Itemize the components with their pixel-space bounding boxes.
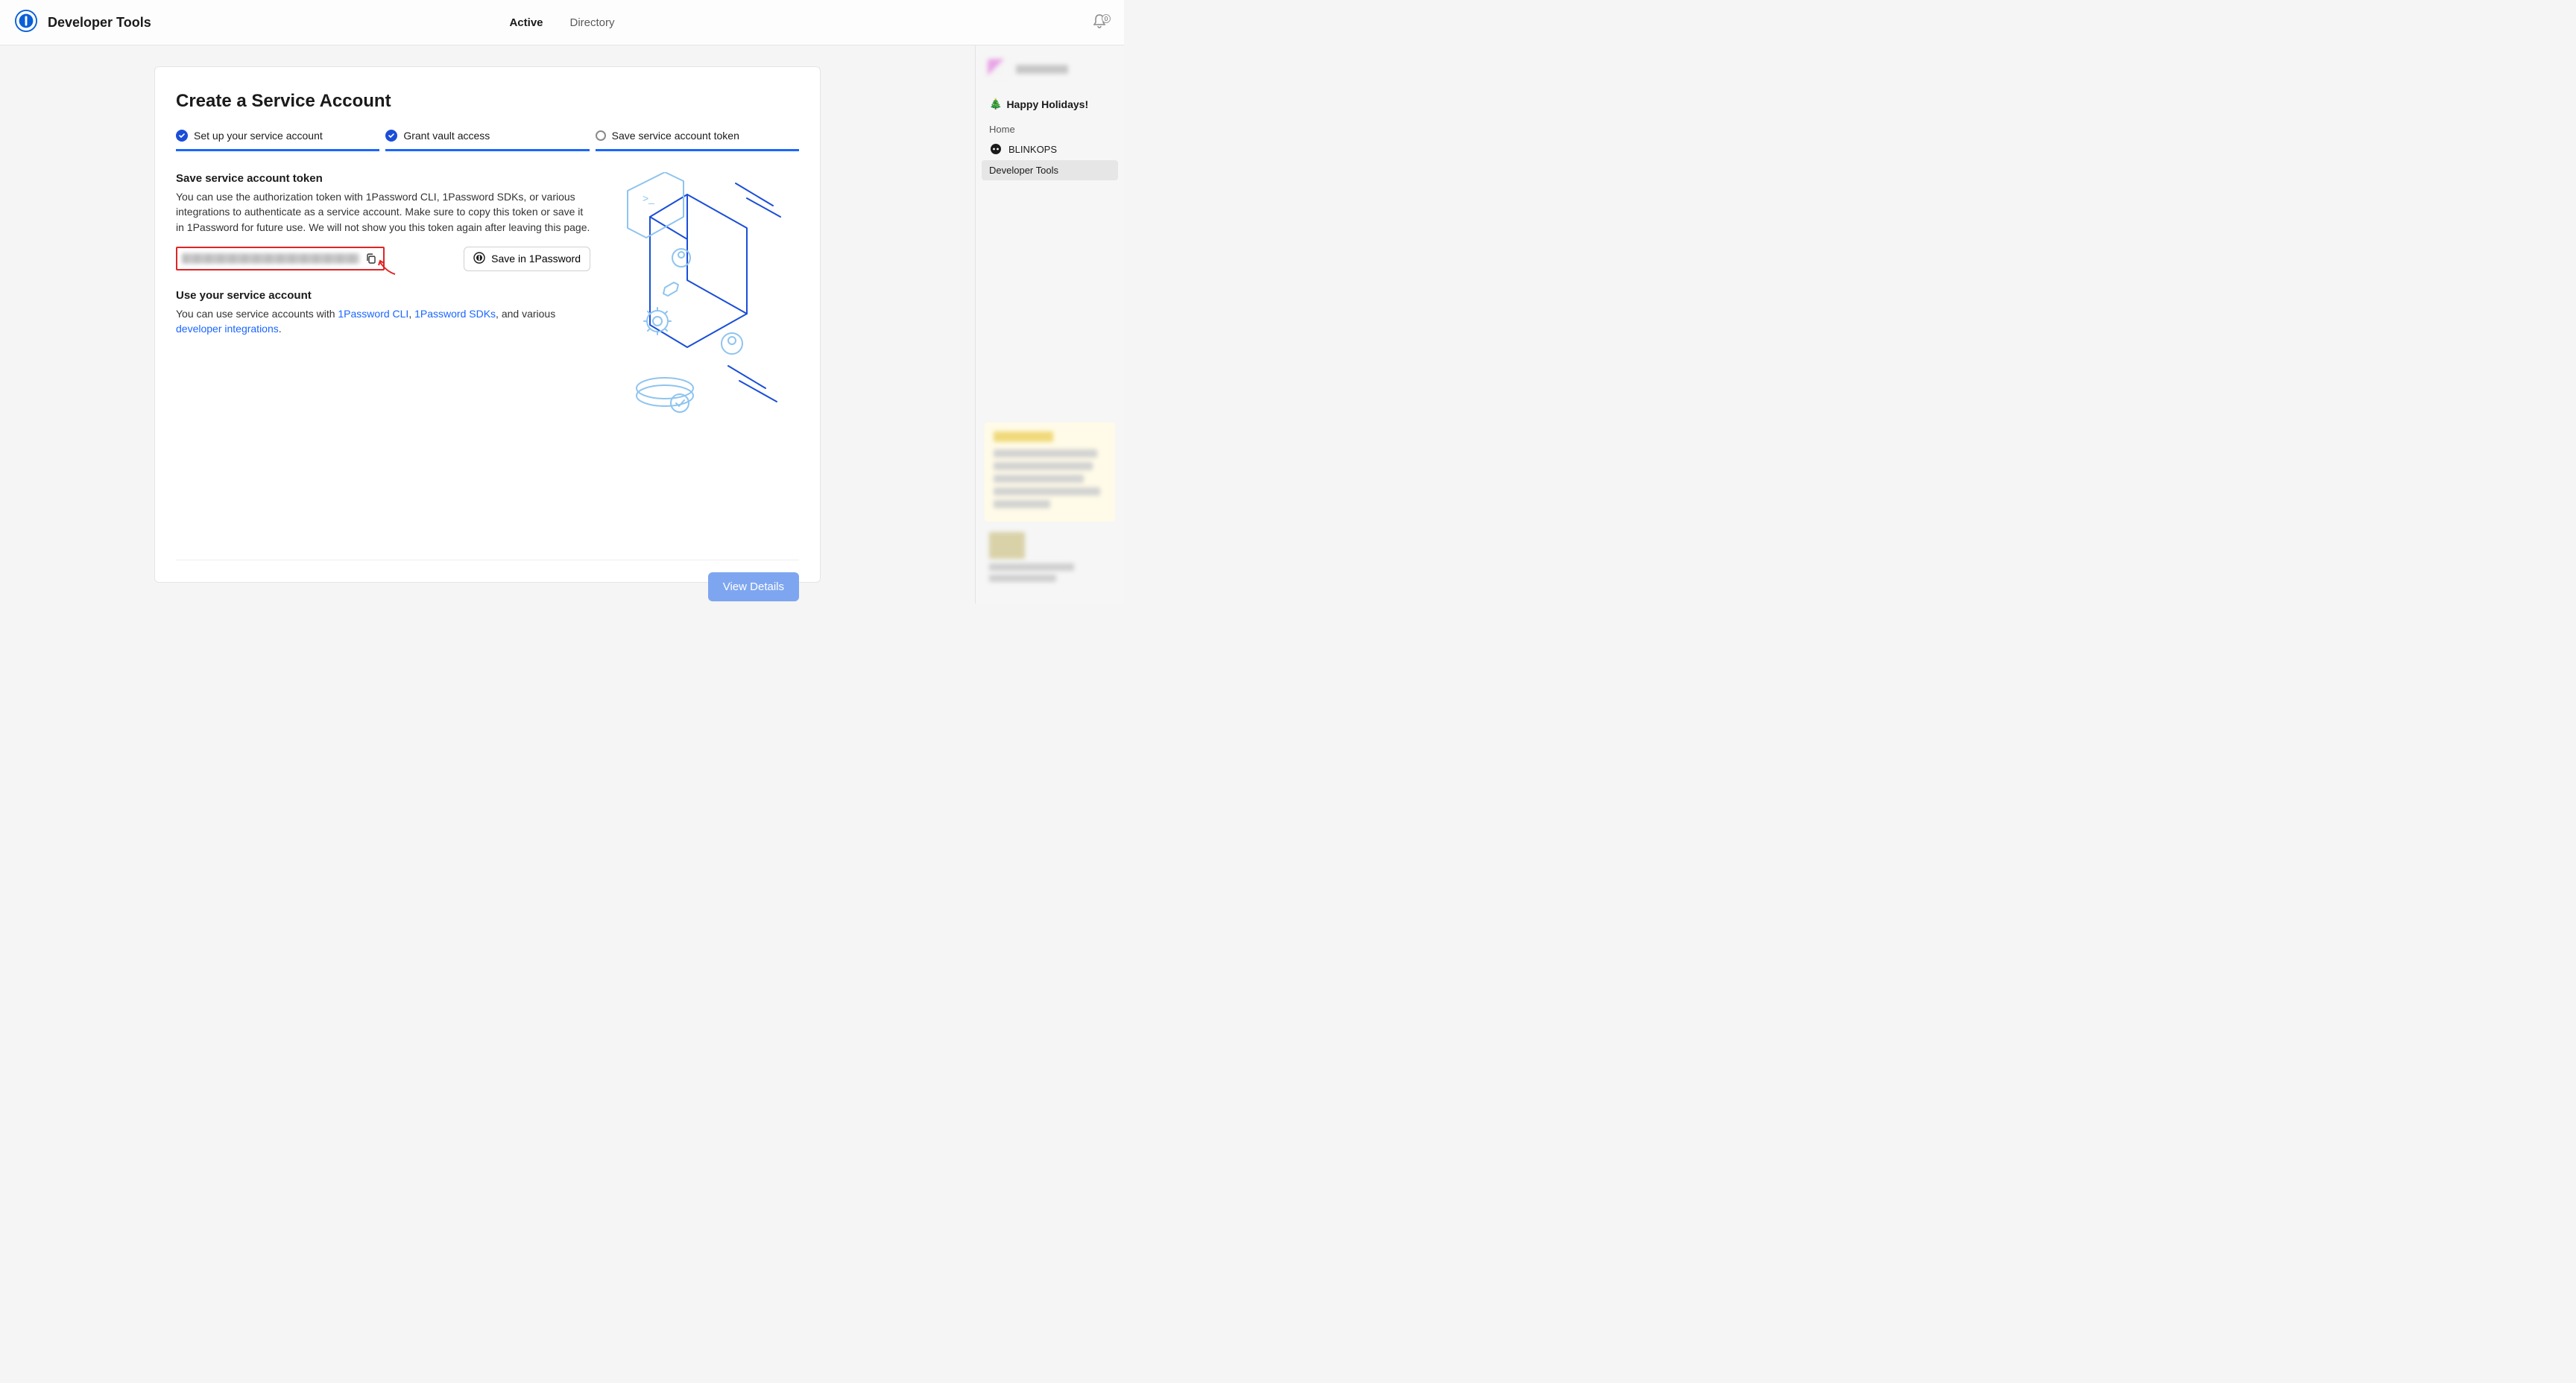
link-developer-integrations[interactable]: developer integrations xyxy=(176,323,279,335)
nav-directory[interactable]: Directory xyxy=(570,16,615,29)
greeting: 🎄 Happy Holidays! xyxy=(982,93,1118,121)
check-circle-icon xyxy=(176,130,188,142)
save-token-description: You can use the authorization token with… xyxy=(176,189,590,235)
top-nav: Active Directory xyxy=(509,16,614,29)
notification-count-badge: 0 xyxy=(1102,14,1111,23)
notice-line-redacted xyxy=(994,449,1097,458)
text-fragment: , xyxy=(408,308,414,320)
sidebar-item-blinkops[interactable]: BLINKOPS xyxy=(982,138,1118,160)
link-1password-cli[interactable]: 1Password CLI xyxy=(338,308,408,320)
app-icon xyxy=(989,142,1003,156)
annotation-arrow-icon xyxy=(377,259,397,279)
svg-text:>_: >_ xyxy=(643,192,654,204)
sidebar-item-label: BLINKOPS xyxy=(1008,144,1057,155)
sidebar-home-label[interactable]: Home xyxy=(982,121,1118,138)
right-sidebar: 🎄 Happy Holidays! Home BLINKOPS Develope… xyxy=(975,45,1124,604)
illustration: >_ xyxy=(613,172,799,425)
copy-token-button[interactable] xyxy=(364,251,379,266)
account-name-redacted xyxy=(1016,65,1068,74)
notice-line-redacted xyxy=(994,462,1093,470)
view-details-button[interactable]: View Details xyxy=(708,572,799,601)
notice-line-redacted xyxy=(994,475,1084,483)
thumb-redacted xyxy=(989,532,1025,559)
sidebar-notice-card[interactable] xyxy=(985,423,1115,522)
save-token-title: Save service account token xyxy=(176,172,590,185)
use-account-title: Use your service account xyxy=(176,289,590,302)
sidebar-item-label: Developer Tools xyxy=(989,165,1058,176)
check-circle-icon xyxy=(385,130,397,142)
card-heading: Create a Service Account xyxy=(176,91,799,112)
page-title: Developer Tools xyxy=(48,15,151,31)
text-fragment: You can use service accounts with xyxy=(176,308,338,320)
stepper: Set up your service account Grant vault … xyxy=(176,130,799,151)
step-save-token[interactable]: Save service account token xyxy=(596,130,799,151)
text-fragment: , and various xyxy=(496,308,555,320)
circle-empty-icon xyxy=(596,130,606,141)
onepassword-logo-icon xyxy=(15,10,37,36)
create-service-account-card: Create a Service Account Set up your ser… xyxy=(154,66,821,583)
save-in-1password-button[interactable]: Save in 1Password xyxy=(464,247,590,271)
nav-active[interactable]: Active xyxy=(509,16,543,29)
top-bar: Developer Tools Active Directory 0 xyxy=(0,0,1124,45)
text-fragment: . xyxy=(279,323,282,335)
line-redacted xyxy=(989,575,1056,582)
main-content: Create a Service Account Set up your ser… xyxy=(0,45,975,604)
line-redacted xyxy=(989,563,1074,571)
onepassword-mini-icon xyxy=(473,252,485,266)
link-1password-sdks[interactable]: 1Password SDKs xyxy=(414,308,496,320)
notifications-button[interactable]: 0 xyxy=(1090,13,1109,32)
step-label: Set up your service account xyxy=(194,130,323,142)
sidebar-item-developer-tools[interactable]: Developer Tools xyxy=(982,160,1118,180)
token-value-redacted xyxy=(182,253,359,264)
avatar xyxy=(988,59,1008,80)
step-setup[interactable]: Set up your service account xyxy=(176,130,379,151)
step-grant-access[interactable]: Grant vault access xyxy=(385,130,589,151)
step-label: Save service account token xyxy=(612,130,739,142)
brand: Developer Tools xyxy=(15,10,151,36)
save-button-label: Save in 1Password xyxy=(491,253,581,265)
sidebar-bottom-card[interactable] xyxy=(982,525,1118,593)
notice-line-redacted xyxy=(994,487,1100,496)
token-field xyxy=(176,247,385,270)
step-label: Grant vault access xyxy=(403,130,490,142)
greeting-text: Happy Holidays! xyxy=(1006,98,1088,110)
notice-title-redacted xyxy=(994,431,1053,442)
notice-line-redacted xyxy=(994,500,1050,508)
use-account-text: You can use service accounts with 1Passw… xyxy=(176,306,590,337)
account-switcher[interactable] xyxy=(982,56,1118,93)
tree-icon: 🎄 xyxy=(989,98,1002,110)
